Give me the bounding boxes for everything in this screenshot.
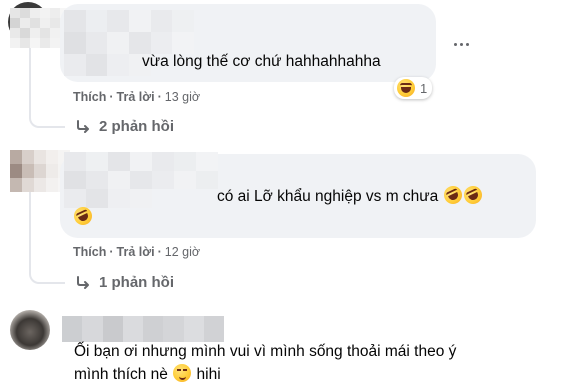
comment-text-part: mình thích nè — [74, 366, 168, 383]
reply-link[interactable]: Trả lời — [117, 90, 155, 104]
comment-text-line2: mình thích nè hihi — [74, 364, 221, 385]
replies-count-label: 1 phản hồi — [99, 274, 174, 291]
comment-text-line2 — [71, 204, 95, 228]
rofl-emoji-icon — [440, 183, 465, 207]
reaction-count-value: 1 — [420, 80, 428, 96]
replies-count-label: 2 phản hồi — [99, 118, 174, 135]
separator: · — [157, 245, 162, 259]
reply-arrow-icon — [77, 119, 89, 133]
separator: · — [109, 90, 114, 104]
thread-connector — [29, 236, 65, 284]
redacted-name — [62, 316, 224, 342]
rofl-emoji-icon — [71, 204, 95, 228]
timestamp[interactable]: 12 giờ — [165, 245, 200, 259]
like-link[interactable]: Thích — [73, 245, 106, 259]
comment-actions: Thích · Trả lời · 12 giờ — [73, 245, 200, 259]
laughing-emoji-icon — [397, 79, 415, 97]
avatar[interactable] — [10, 310, 50, 350]
dot-icon — [453, 42, 457, 46]
like-link[interactable]: Thích — [73, 90, 106, 104]
comment-text: có ai Lỡ khẩu nghiệp vs m chưa — [217, 183, 485, 207]
separator: · — [109, 245, 114, 259]
comment-actions: Thích · Trả lời · 13 giờ — [73, 90, 200, 104]
smirk-emoji-icon — [173, 364, 192, 382]
comment-text: Ối bạn ơi nhưng mình vui vì mình sống th… — [74, 343, 457, 360]
comment-text-content: có ai Lỡ khẩu nghiệp vs m chưa — [217, 188, 439, 205]
comment-text: vừa lòng thế cơ chứ hahhahhahha — [142, 53, 381, 70]
reply-arrow-icon — [77, 275, 89, 289]
timestamp[interactable]: 13 giờ — [165, 90, 200, 104]
more-options-button[interactable] — [449, 36, 473, 52]
comments-section: vừa lòng thế cơ chứ hahhahhahha 1 Thích ·… — [0, 0, 569, 390]
reaction-count[interactable]: 1 — [394, 77, 433, 99]
view-replies-link[interactable]: 1 phản hồi — [75, 274, 174, 291]
dot-icon — [465, 42, 469, 46]
thread-connector — [29, 80, 65, 128]
view-replies-link[interactable]: 2 phản hồi — [75, 118, 174, 135]
comment-text-part: hihi — [196, 366, 221, 383]
redacted-name — [64, 152, 218, 208]
dot-icon — [459, 42, 463, 46]
reply-link[interactable]: Trả lời — [117, 245, 155, 259]
separator: · — [157, 90, 162, 104]
rofl-emoji-icon — [460, 183, 485, 207]
